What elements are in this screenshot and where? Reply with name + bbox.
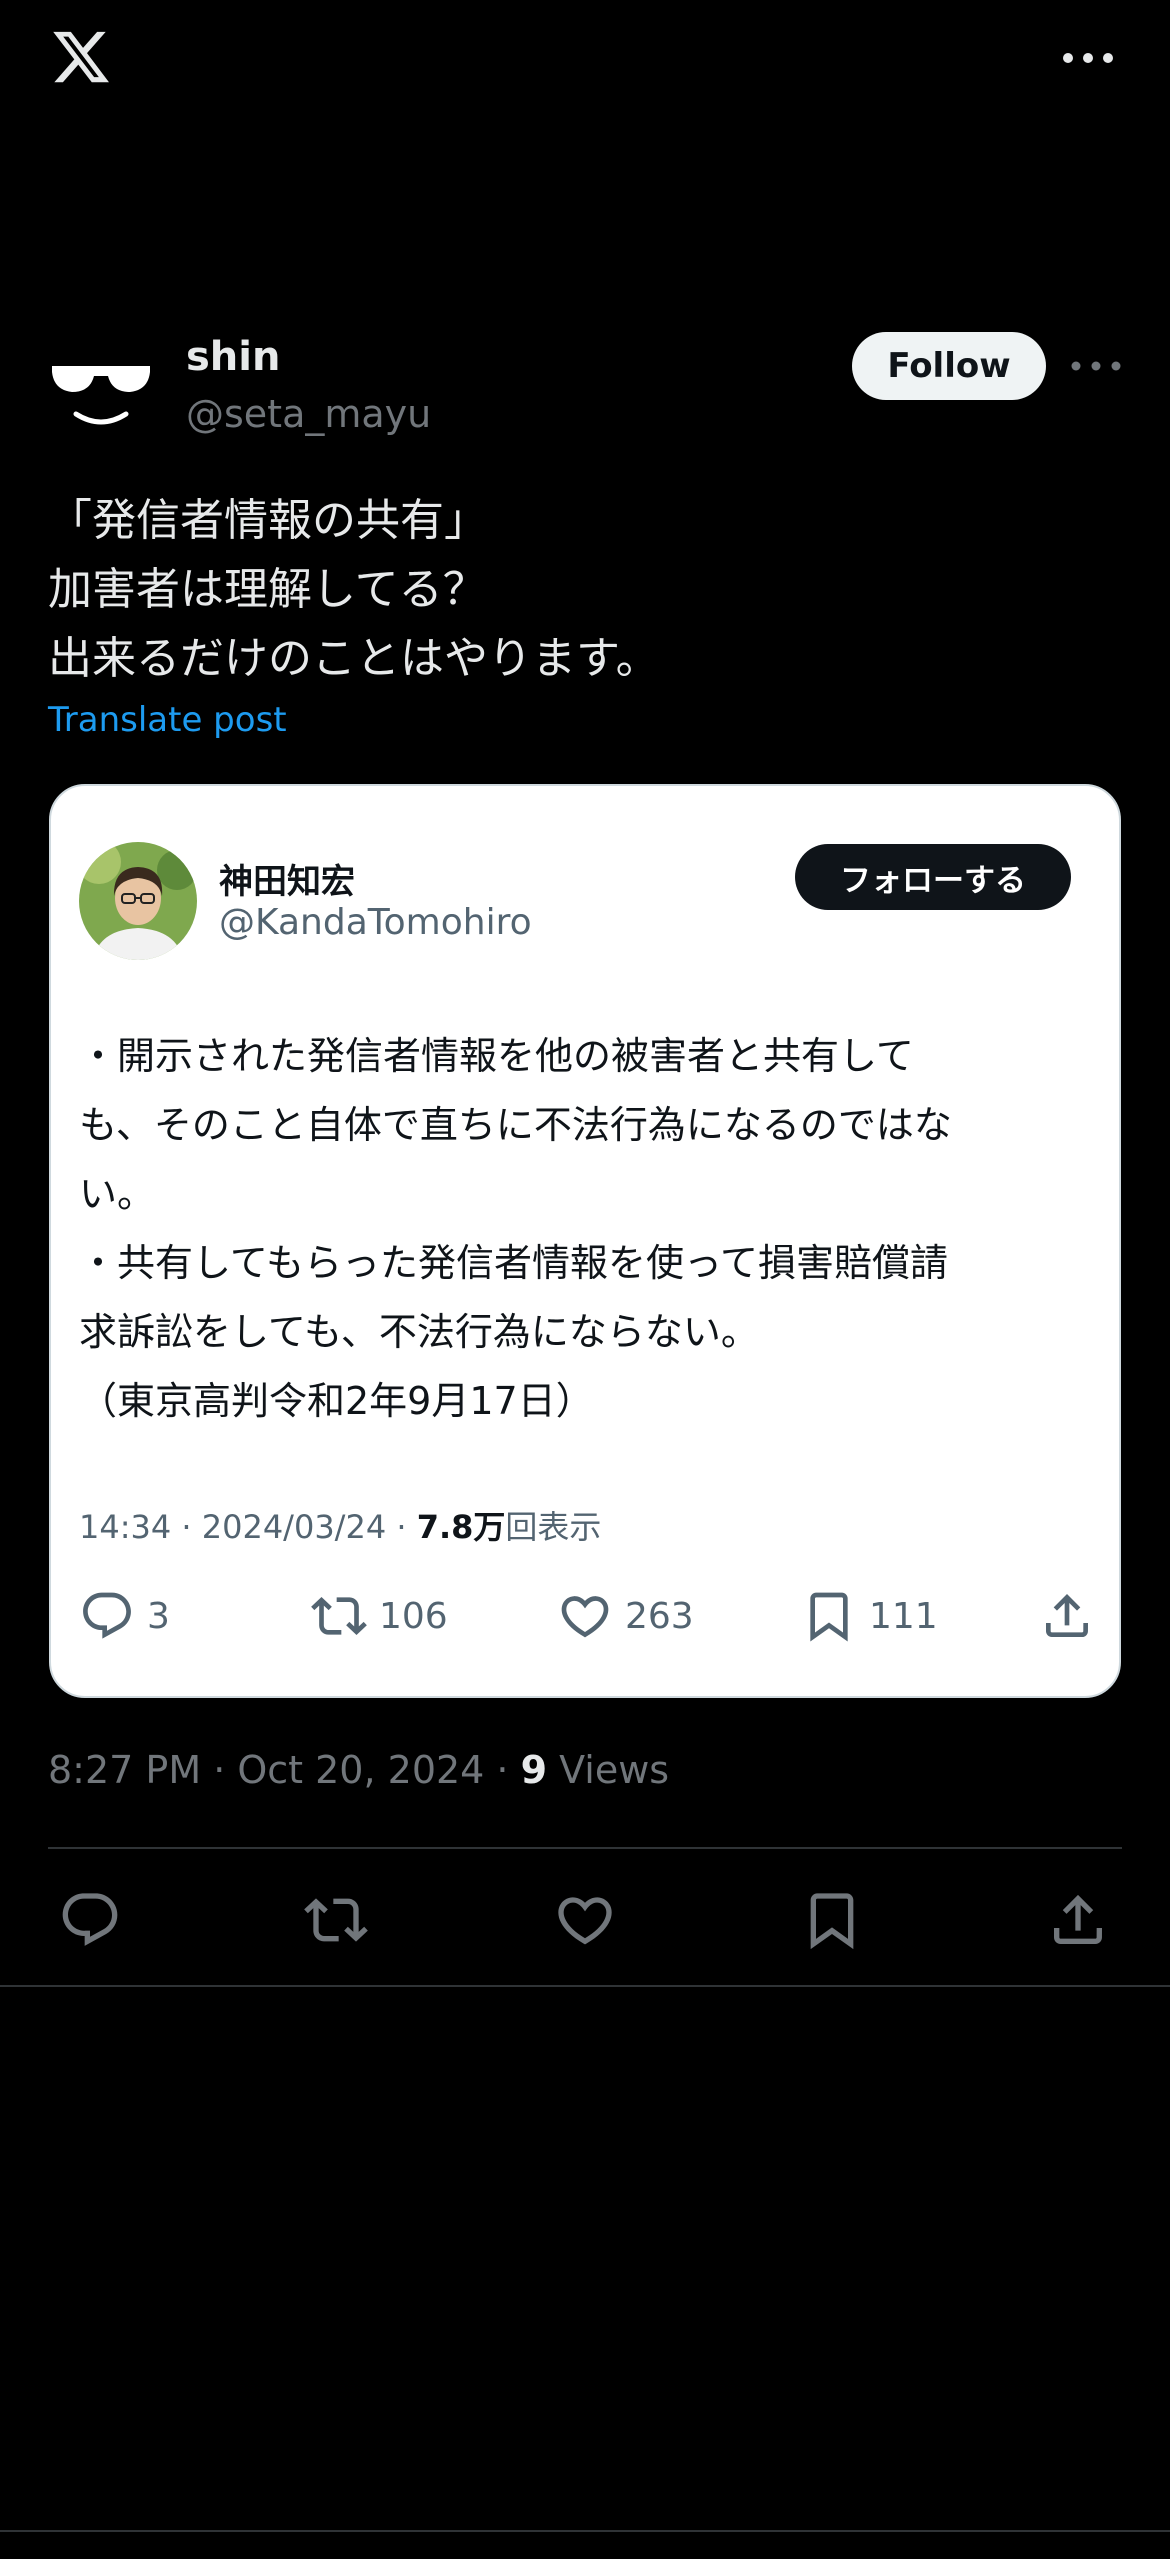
quoted-handle[interactable]: @KandaTomohiro — [219, 902, 532, 943]
avatar[interactable] — [46, 330, 156, 440]
post-more-icon[interactable] — [1068, 348, 1124, 384]
quoted-views-count: 7.8万 — [416, 1508, 506, 1546]
quoted-repost-button[interactable]: 106 — [311, 1584, 448, 1648]
share-button[interactable] — [1046, 1888, 1110, 1952]
quoted-text-line: 求訴訟をしても、不法行為にならない。 — [79, 1310, 759, 1354]
quoted-bookmark-count: 111 — [869, 1595, 938, 1637]
quoted-text-line: ・共有してもらった発信者情報を使って損害賠償請 — [79, 1241, 949, 1285]
repost-button[interactable] — [304, 1888, 368, 1952]
post-time[interactable]: 8:27 PM · Oct 20, 2024 · — [48, 1748, 521, 1792]
post-text-line: 加害者は理解してる？ — [48, 564, 487, 615]
quoted-like-button[interactable]: 263 — [557, 1584, 694, 1648]
post-text-line: 出来るだけのことはやります。 — [48, 633, 660, 684]
quoted-text-line: ・開示された発信者情報を他の被害者と共有して — [79, 1034, 914, 1078]
quoted-bookmark-button[interactable]: 111 — [801, 1584, 938, 1648]
quoted-action-bar: 3 106 263 111 — [79, 1584, 1099, 1648]
post-views-label: Views — [547, 1748, 670, 1792]
quoted-text-line: （東京高判令和2年9月17日） — [79, 1379, 594, 1423]
repost-icon — [311, 1597, 367, 1635]
x-logo-icon[interactable] — [46, 26, 116, 88]
author-display-name[interactable]: shin — [186, 334, 280, 380]
quoted-like-count: 263 — [625, 1595, 694, 1637]
quoted-follow-button[interactable]: フォローする — [795, 844, 1071, 910]
quoted-timestamp[interactable]: 14:34 · 2024/03/24 · — [79, 1508, 417, 1546]
reply-button[interactable] — [58, 1888, 122, 1952]
post-text: 「発信者情報の共有」 加害者は理解してる？ 出来るだけのことはやります。 — [48, 486, 1128, 693]
reply-icon — [83, 1592, 131, 1639]
quoted-post-text: ・開示された発信者情報を他の被害者と共有して も、そのこと自体で直ちに不法行為に… — [79, 1022, 1109, 1436]
post-views-count[interactable]: 9 — [521, 1748, 547, 1792]
quoted-display-name[interactable]: 神田知宏 — [219, 854, 355, 903]
bookmark-icon — [810, 1893, 854, 1950]
quoted-meta: 14:34 · 2024/03/24 · 7.8万回表示 — [79, 1502, 601, 1548]
more-options-icon[interactable] — [1058, 40, 1118, 76]
bookmark-icon — [810, 1592, 848, 1642]
quoted-avatar[interactable] — [79, 842, 197, 960]
share-icon — [1046, 1594, 1088, 1637]
share-icon — [1054, 1894, 1102, 1944]
sunglasses-smile-icon — [52, 366, 150, 425]
author-handle[interactable]: @seta_mayu — [186, 392, 431, 436]
post-text-line: 「発信者情報の共有」 — [48, 495, 488, 546]
translate-post-link[interactable]: Translate post — [48, 700, 287, 740]
quoted-reply-count: 3 — [147, 1595, 170, 1637]
quoted-views-label: 回表示 — [505, 1508, 602, 1546]
reply-icon — [62, 1893, 118, 1946]
quoted-text-line: も、そのこと自体で直ちに不法行為になるのではな — [79, 1103, 952, 1147]
like-button[interactable] — [553, 1888, 617, 1952]
bookmark-button[interactable] — [800, 1888, 864, 1952]
repost-icon — [304, 1898, 368, 1942]
heart-icon — [561, 1596, 609, 1638]
quoted-reply-button[interactable]: 3 — [79, 1584, 170, 1648]
heart-icon — [558, 1897, 612, 1945]
post-timestamp: 8:27 PM · Oct 20, 2024 · 9 Views — [48, 1748, 669, 1792]
follow-button[interactable]: Follow — [852, 332, 1046, 400]
divider — [0, 1985, 1170, 1987]
divider — [48, 1847, 1122, 1849]
post-action-bar — [48, 1880, 1122, 1960]
quoted-repost-count: 106 — [379, 1595, 448, 1637]
quoted-text-line: い。 — [79, 1172, 156, 1216]
person-photo-icon — [79, 842, 197, 960]
quoted-share-button[interactable] — [1039, 1584, 1095, 1648]
divider — [0, 2530, 1170, 2532]
quoted-post-card[interactable]: 神田知宏 @KandaTomohiro フォローする ・開示された発信者情報を他… — [49, 784, 1121, 1698]
